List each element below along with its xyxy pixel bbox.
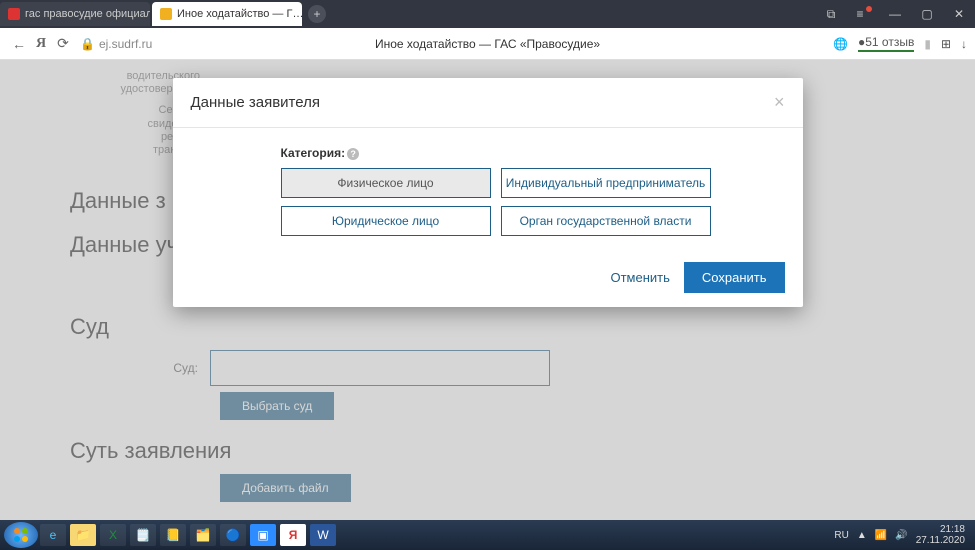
titlebar: гас правосудие официаль Иное ходатайство… bbox=[0, 0, 975, 28]
lang-indicator[interactable]: RU bbox=[834, 530, 848, 541]
reload-button[interactable]: ⟳ bbox=[52, 35, 74, 52]
browser-tabs: гас правосудие официаль Иное ходатайство… bbox=[0, 0, 326, 28]
category-entrepreneur[interactable]: Индивидуальный предприниматель bbox=[501, 168, 711, 198]
clock[interactable]: 21:18 27.11.2020 bbox=[916, 524, 965, 546]
word-icon[interactable]: W bbox=[310, 524, 336, 546]
page-title: Иное ходатайство — ГАС «Правосудие» bbox=[375, 37, 600, 51]
address-bar: ← Я ⟳ 🔒 ej.sudrf.ru Иное ходатайство — Г… bbox=[0, 28, 975, 60]
category-individual[interactable]: Физическое лицо bbox=[281, 168, 491, 198]
help-icon[interactable]: ? bbox=[347, 148, 359, 160]
category-government[interactable]: Орган государственной власти bbox=[501, 206, 711, 236]
new-tab-button[interactable]: + bbox=[308, 5, 326, 23]
taskbar: e 📁 X 🗒️ 📒 🗂️ 🔵 ▣ Я W RU ▲ 📶 🔊 21:18 27.… bbox=[0, 520, 975, 550]
tab-1[interactable]: гас правосудие официаль bbox=[0, 2, 150, 26]
modal-close-button[interactable]: × bbox=[774, 92, 785, 113]
sticky-icon[interactable]: 🗒️ bbox=[130, 524, 156, 546]
yandex-browser-icon[interactable]: Я bbox=[280, 524, 306, 546]
modal-title: Данные заявителя bbox=[191, 94, 320, 111]
category-legal-entity[interactable]: Юридическое лицо bbox=[281, 206, 491, 236]
tray-sound-icon[interactable]: 🔊 bbox=[895, 530, 907, 541]
system-tray: RU ▲ 📶 🔊 21:18 27.11.2020 bbox=[834, 524, 971, 546]
window-minimize-button[interactable]: — bbox=[879, 0, 911, 28]
copy-icon[interactable]: ⧉ bbox=[815, 0, 847, 28]
tray-flag-icon[interactable]: ▲ bbox=[857, 530, 867, 541]
menu-icon[interactable]: ≡ bbox=[847, 0, 879, 28]
excel-icon[interactable]: X bbox=[100, 524, 126, 546]
reviews-badge[interactable]: ●51 отзыв bbox=[858, 35, 914, 52]
lock-icon: 🔒 bbox=[80, 37, 95, 51]
yandex-logo[interactable]: Я bbox=[30, 36, 52, 52]
favicon-icon bbox=[160, 8, 172, 20]
back-button[interactable]: ← bbox=[8, 36, 30, 52]
notes-icon[interactable]: 📒 bbox=[160, 524, 186, 546]
extensions-icon[interactable]: ⊞ bbox=[941, 37, 951, 51]
favicon-icon bbox=[8, 8, 20, 20]
url-host: ej.sudrf.ru bbox=[99, 37, 152, 51]
chrome-icon[interactable]: 🔵 bbox=[220, 524, 246, 546]
category-options: Физическое лицо Индивидуальный предприни… bbox=[281, 168, 785, 236]
explorer-icon[interactable]: 📁 bbox=[70, 524, 96, 546]
translate-icon[interactable]: 🌐 bbox=[833, 37, 848, 51]
start-button[interactable] bbox=[4, 522, 38, 548]
save-button[interactable]: Сохранить bbox=[684, 262, 785, 293]
applicant-modal: Данные заявителя × Категория:? Физическо… bbox=[173, 78, 803, 307]
ie-icon[interactable]: e bbox=[40, 524, 66, 546]
window-maximize-button[interactable]: ▢ bbox=[911, 0, 943, 28]
cancel-button[interactable]: Отменить bbox=[610, 270, 669, 285]
tray-network-icon[interactable]: 📶 bbox=[875, 530, 887, 541]
tab-label: гас правосудие официаль bbox=[25, 8, 150, 20]
tab-2-active[interactable]: Иное ходатайство — Г… × bbox=[152, 2, 302, 26]
bookmark-icon[interactable]: ▮ bbox=[924, 37, 931, 51]
zoom-icon[interactable]: ▣ bbox=[250, 524, 276, 546]
download-icon[interactable]: ↓ bbox=[961, 37, 967, 51]
window-controls: ⧉ ≡ — ▢ ✕ bbox=[815, 0, 975, 28]
tab-label: Иное ходатайство — Г… bbox=[177, 8, 302, 20]
window-close-button[interactable]: ✕ bbox=[943, 0, 975, 28]
folder-icon[interactable]: 🗂️ bbox=[190, 524, 216, 546]
category-label: Категория:? bbox=[281, 146, 785, 160]
